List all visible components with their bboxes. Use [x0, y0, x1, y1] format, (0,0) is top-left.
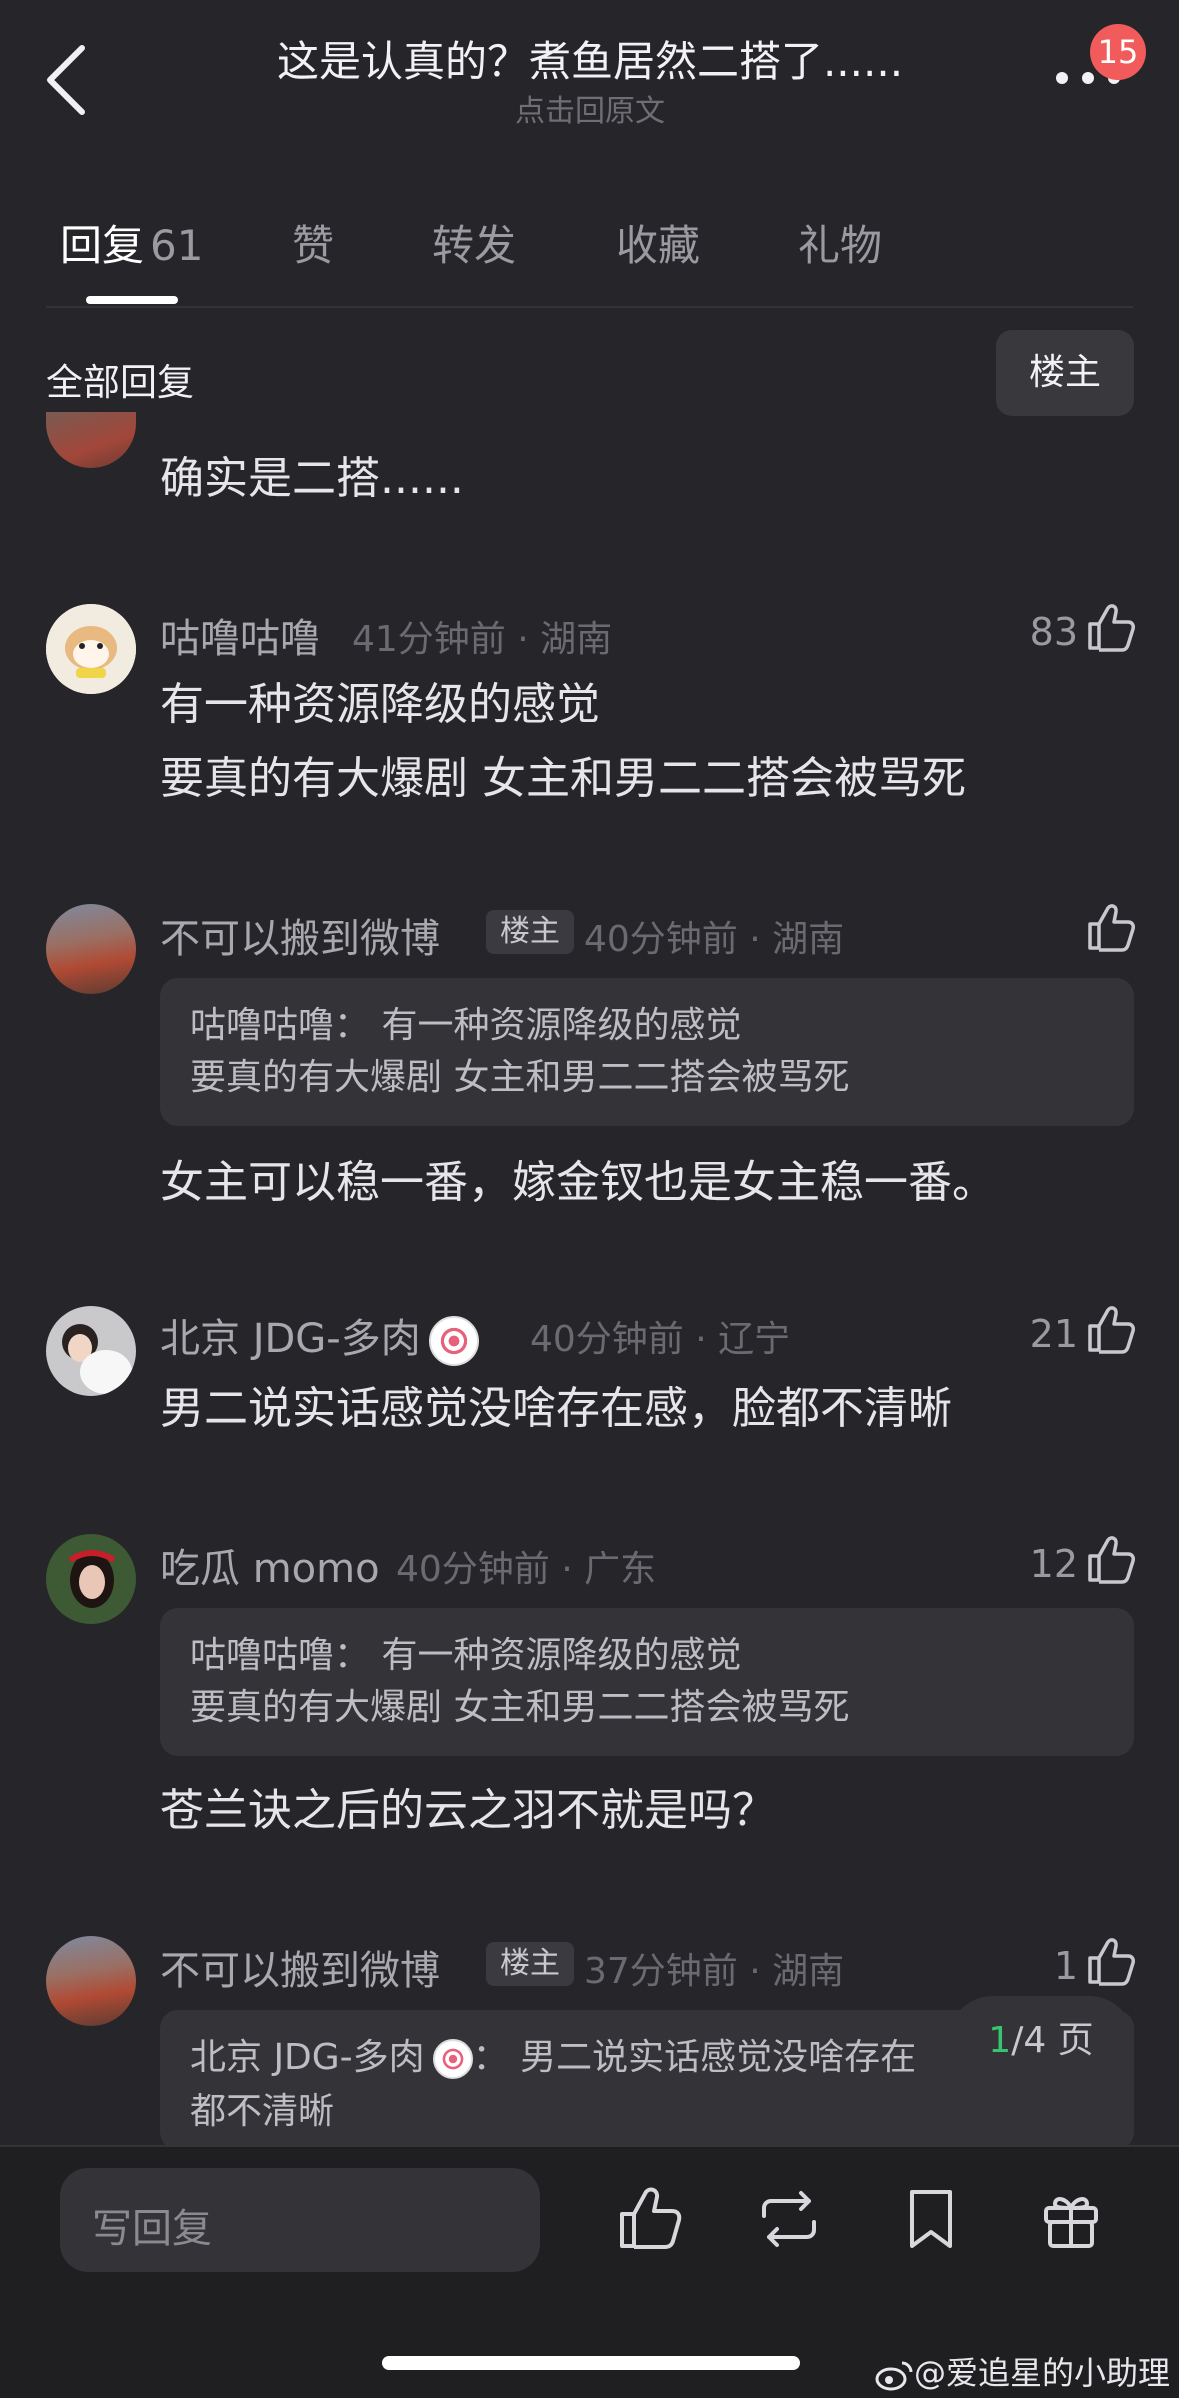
- op-tag: 楼主: [486, 1942, 574, 1986]
- quote-text: 北京 JDG-多肉 ： 男二说实话感觉没啥存在: [190, 2032, 916, 2084]
- reply-placeholder[interactable]: 写回复: [92, 2196, 212, 2254]
- section-title: 全部回复: [46, 361, 194, 404]
- quote-username: 北京 JDG-多肉: [190, 2037, 425, 2078]
- comment-text: 苍兰诀之后的云之羽不就是吗？: [160, 1785, 776, 1836]
- quoted-reply[interactable]: 咕噜咕噜： 有一种资源降级的感觉 要真的有大爆剧 女主和男二二搭会被骂死: [160, 978, 1134, 1126]
- quote-text: 要真的有大爆剧 女主和男二二搭会被骂死: [190, 1057, 850, 1098]
- avatar[interactable]: [46, 604, 136, 694]
- username[interactable]: 吃瓜 momo: [160, 1536, 380, 1594]
- home-indicator[interactable]: [382, 2356, 800, 2370]
- thumbs-up-icon: [620, 2187, 682, 2249]
- username[interactable]: 咕噜咕噜: [160, 606, 320, 664]
- thumbs-up-icon: [1088, 1536, 1135, 1584]
- tab-replies[interactable]: 回复 61: [60, 212, 203, 273]
- username[interactable]: 不可以搬到微博: [160, 1938, 440, 1996]
- favorite-button[interactable]: [896, 2184, 966, 2254]
- username[interactable]: 不可以搬到微博: [160, 906, 440, 964]
- comment-text: 有一种资源降级的感觉: [160, 679, 600, 730]
- comment-text: 男二说实话感觉没啥存在感，脸都不清晰: [160, 1383, 952, 1434]
- bookmark-icon: [910, 2190, 952, 2248]
- like-button[interactable]: [1084, 600, 1138, 654]
- quote-text: 要真的有大爆剧 女主和男二二搭会被骂死: [190, 1687, 850, 1728]
- gift-button[interactable]: [1036, 2184, 1106, 2254]
- current-page: 1: [988, 2020, 1012, 2061]
- comment-meta: 40分钟前 · 广东: [396, 1549, 657, 1590]
- comment-text: 要真的有大爆剧 女主和男二二搭会被骂死: [160, 753, 966, 804]
- weibo-logo-icon: [874, 2359, 914, 2391]
- active-tab-indicator: [86, 296, 178, 304]
- quoted-reply[interactable]: 咕噜咕噜： 有一种资源降级的感觉 要真的有大爆剧 女主和男二二搭会被骂死: [160, 1608, 1134, 1756]
- like-button[interactable]: [1084, 1302, 1138, 1356]
- avatar-image: [46, 1534, 136, 1624]
- comment-text: 女主可以稳一番，嫁金钗也是女主稳一番。: [160, 1157, 996, 1208]
- page-indicator[interactable]: 1/4 页: [948, 1996, 1134, 2086]
- thumbs-up-icon: [1088, 904, 1135, 952]
- badge-emoji-icon: [432, 2039, 473, 2079]
- tab-gifts[interactable]: 礼物: [798, 212, 882, 273]
- like-button[interactable]: [1084, 1934, 1138, 1988]
- like-count: 12: [1029, 1542, 1078, 1586]
- divider: [46, 306, 1133, 308]
- avatar[interactable]: [46, 412, 136, 468]
- chevron-left-icon: [47, 45, 85, 115]
- notification-badge: 15: [1090, 24, 1146, 80]
- thumbs-up-icon: [1088, 1938, 1135, 1986]
- thumbs-up-icon: [1088, 1306, 1135, 1354]
- watermark: @爱追星的小助理: [874, 2348, 1170, 2394]
- repost-button[interactable]: [754, 2184, 824, 2254]
- username[interactable]: 北京 JDG-多肉: [160, 1306, 479, 1366]
- op-filter-button[interactable]: 楼主: [996, 330, 1134, 416]
- watermark-text: @爱追星的小助理: [914, 2354, 1171, 2392]
- avatar-image: [46, 604, 136, 694]
- tab-likes[interactable]: 赞: [292, 212, 334, 273]
- tab-reposts[interactable]: 转发: [432, 212, 516, 273]
- total-pages: /4 页: [1011, 2020, 1094, 2061]
- quote-body: ： 男二说实话感觉没啥存在: [472, 2037, 917, 2078]
- tab-label: 回复: [60, 221, 145, 270]
- like-button[interactable]: [1084, 1532, 1138, 1586]
- avatar[interactable]: [46, 1534, 136, 1624]
- comment-text: 确实是二搭......: [160, 453, 464, 504]
- back-to-original-link[interactable]: 点击回原文: [200, 86, 980, 130]
- comment-meta: 40分钟前 · 辽宁: [530, 1319, 791, 1360]
- like-count: 83: [1029, 610, 1078, 654]
- quote-text: 都不清晰: [190, 2091, 335, 2132]
- avatar[interactable]: [46, 1306, 136, 1396]
- comment-meta: 40分钟前 · 湖南: [584, 919, 845, 960]
- username-text: 北京 JDG-多肉: [160, 1316, 421, 1362]
- like-button[interactable]: [1084, 900, 1138, 954]
- tab-favorites[interactable]: 收藏: [616, 212, 700, 273]
- thumbs-up-icon: [1088, 604, 1135, 652]
- like-count: 21: [1029, 1312, 1078, 1356]
- back-button[interactable]: [38, 40, 98, 120]
- op-tag: 楼主: [486, 910, 574, 954]
- avatar[interactable]: [46, 904, 136, 994]
- repost-icon: [762, 2191, 816, 2247]
- avatar-image: [46, 1306, 136, 1396]
- gift-icon: [1044, 2197, 1098, 2248]
- quote-text: 咕噜咕噜： 有一种资源降级的感觉: [190, 1005, 742, 1046]
- quote-text: 咕噜咕噜： 有一种资源降级的感觉: [190, 1635, 742, 1676]
- comment-meta: 37分钟前 · 湖南: [584, 1951, 845, 1992]
- like-post-button[interactable]: [614, 2184, 684, 2254]
- tab-count: 61: [150, 221, 204, 270]
- post-title[interactable]: 这是认真的？煮鱼居然二搭了......: [200, 28, 980, 89]
- like-count: 1: [1053, 1944, 1078, 1988]
- badge-emoji-icon: [428, 1316, 479, 1366]
- comment-meta: 41分钟前 · 湖南: [352, 619, 613, 660]
- avatar[interactable]: [46, 1936, 136, 2026]
